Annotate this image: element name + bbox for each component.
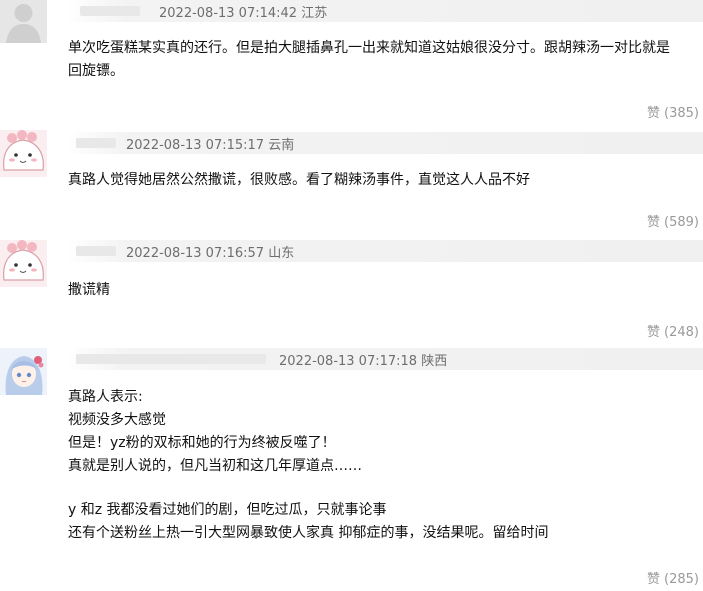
comment-line: 撒谎精 [68,282,110,298]
like-count: (589) [664,215,699,230]
comment-text: 撒谎精 [68,279,695,302]
avatar[interactable] [0,240,47,287]
like-button[interactable]: 赞 (385) [647,102,699,121]
user-placeholder-icon [0,0,47,43]
pink-cartoon-avatar-icon [0,240,47,287]
like-button[interactable]: 赞 (589) [647,211,699,230]
comment-item: 2022-08-13 07:14:42 江苏 单次吃蛋糕某实真的还行。但是拍大腿… [0,0,703,121]
comment-line: 真路人表示: [68,389,143,405]
comment-location: 陕西 [421,354,448,369]
like-button[interactable]: 赞 (285) [647,568,699,587]
comment-date: 2022-08-13 07:16:57 [126,246,265,261]
comment-line: 但是！yz粉的双标和她的行为终被反噬了！ [68,435,336,451]
like-label: 赞 [647,572,661,587]
comment-text: 单次吃蛋糕某实真的还行。但是拍大腿插鼻孔一出来就知道这姑娘很没分寸。跟胡辣汤一对… [68,37,695,83]
comment-header: 2022-08-13 07:15:17 云南 [66,132,703,154]
masked-username [80,6,140,16]
masked-username [76,138,116,148]
comment-date: 2022-08-13 07:17:18 [279,354,418,369]
pink-cartoon-avatar-icon [0,130,47,177]
comment-item: 2022-08-13 07:15:17 云南 真路人觉得她居然公然撒谎，很败感。… [0,130,703,240]
comment-text: 真路人觉得她居然公然撒谎，很败感。看了糊辣汤事件，直觉这人人品不好 [68,169,695,192]
comment-line: 回旋镖。 [68,63,124,79]
avatar[interactable] [0,130,47,177]
like-label: 赞 [647,106,661,121]
comment-location: 江苏 [301,6,328,21]
like-button[interactable]: 赞 (248) [647,321,699,340]
comment-header: 2022-08-13 07:14:42 江苏 [66,0,703,22]
avatar[interactable] [0,348,47,395]
comment-line: 真路人觉得她居然公然撒谎，很败感。看了糊辣汤事件，直觉这人人品不好 [68,172,530,188]
comment-meta: 2022-08-13 07:16:57 山东 [126,242,294,261]
comment-line: y 和z 我都没看过她们的剧，但吃过瓜，只就事论事 [68,502,387,518]
like-label: 赞 [647,215,661,230]
like-count: (248) [664,325,699,340]
comment-line: 单次吃蛋糕某实真的还行。但是拍大腿插鼻孔一出来就知道这姑娘很没分寸。跟胡辣汤一对… [68,40,670,56]
like-count: (285) [664,572,699,587]
comment-location: 山东 [268,246,295,261]
comment-date: 2022-08-13 07:15:17 [126,138,265,153]
masked-username [76,354,266,364]
comment-item: 2022-08-13 07:17:18 陕西 真路人表示: 视频没多大感觉 但是… [0,348,703,591]
comment-date: 2022-08-13 07:14:42 [159,6,298,21]
avatar[interactable] [0,0,47,43]
comment-meta: 2022-08-13 07:14:42 江苏 [159,2,327,21]
anime-girl-avatar-icon [0,348,47,395]
comment-header: 2022-08-13 07:16:57 山东 [66,240,703,262]
like-count: (385) [664,106,699,121]
comment-item: 2022-08-13 07:16:57 山东 撒谎精 赞 (248) [0,240,703,345]
comment-text: 真路人表示: 视频没多大感觉 但是！yz粉的双标和她的行为终被反噬了！ 真就是别… [68,386,695,545]
like-label: 赞 [647,325,661,340]
comment-location: 云南 [268,138,295,153]
comment-line: 真就是别人说的，但凡当初和这几年厚道点…… [68,458,362,474]
masked-username [76,246,116,256]
comment-meta: 2022-08-13 07:15:17 云南 [126,134,294,153]
comment-meta: 2022-08-13 07:17:18 陕西 [279,350,447,369]
comment-line: 视频没多大感觉 [68,412,166,428]
comment-line: 还有个送粉丝上热一引大型网暴致使人家真 抑郁症的事，没结果呢。留给时间 [68,525,549,541]
comment-header: 2022-08-13 07:17:18 陕西 [66,348,703,370]
